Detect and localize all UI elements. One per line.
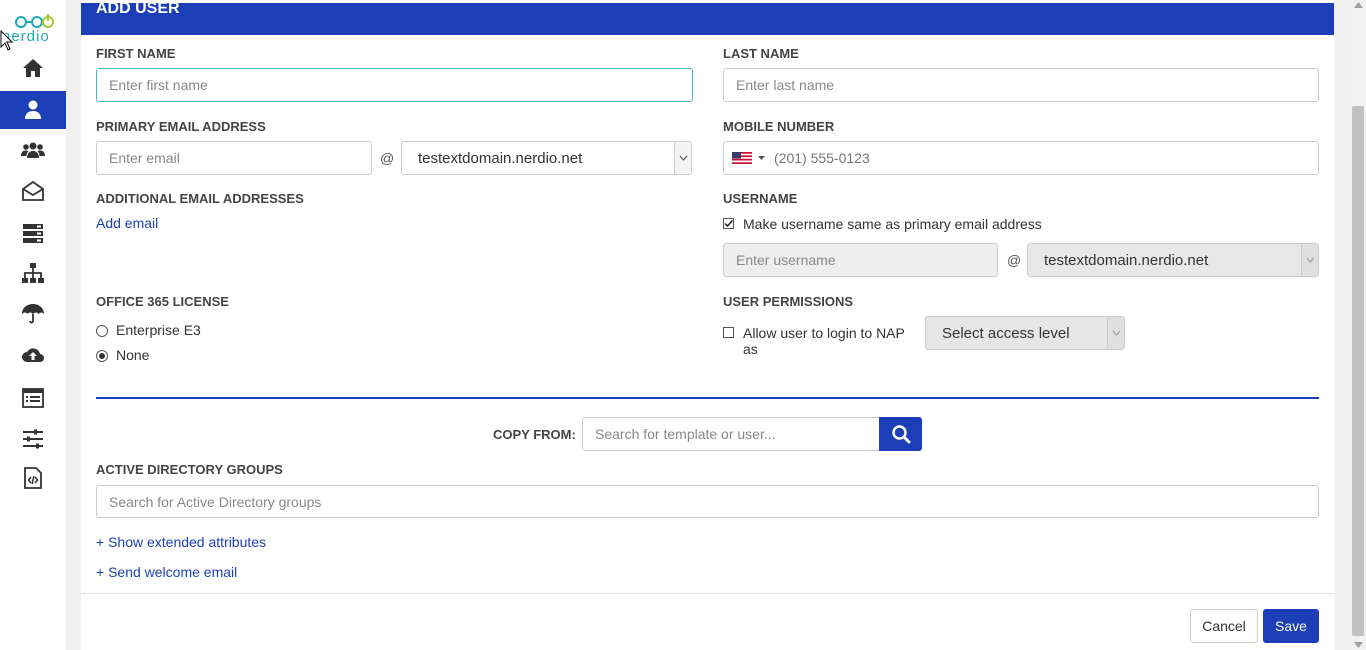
cancel-button[interactable]: Cancel	[1190, 609, 1258, 643]
access-level-select[interactable]: Select access level	[925, 316, 1125, 350]
save-button[interactable]: Save	[1263, 609, 1319, 643]
same-as-email-checkbox-row[interactable]: Make username same as primary email addr…	[723, 216, 1053, 233]
user-icon	[25, 100, 41, 119]
envelope-open-icon	[22, 180, 44, 201]
umbrella-icon	[22, 304, 44, 324]
allow-nap-login-row[interactable]: Allow user to login to NAP as	[723, 325, 923, 357]
sidebar-item-servers[interactable]	[0, 214, 66, 252]
license-option-label: Enterprise E3	[116, 322, 201, 338]
sidebar-item-settings[interactable]	[0, 420, 66, 458]
copy-from-label: COPY FROM:	[493, 427, 576, 442]
sidebar: nerdio	[0, 0, 66, 650]
copy-from-search-input[interactable]	[582, 417, 880, 451]
page-title: ADD USER	[96, 0, 180, 17]
show-extended-attributes-link[interactable]: + Show extended attributes	[96, 534, 266, 550]
license-option-enterprise-e3[interactable]: Enterprise E3	[96, 322, 226, 340]
chevron-down-icon	[674, 142, 691, 174]
list-icon	[22, 388, 44, 408]
home-icon	[23, 59, 43, 77]
primary-email-label: PRIMARY EMAIL ADDRESS	[96, 119, 266, 134]
email-domain-value: testextdomain.nerdio.net	[418, 149, 583, 167]
mouse-cursor-icon	[0, 30, 14, 51]
allow-nap-login-checkbox[interactable]	[723, 327, 734, 338]
us-flag-icon	[732, 152, 752, 164]
license-label: OFFICE 365 LICENSE	[96, 294, 229, 309]
sidebar-item-backup[interactable]	[0, 295, 66, 333]
ad-groups-label: ACTIVE DIRECTORY GROUPS	[96, 462, 283, 477]
server-icon	[23, 224, 43, 243]
email-domain-select[interactable]: testextdomain.nerdio.net	[401, 141, 692, 175]
additional-email-label: ADDITIONAL EMAIL ADDRESSES	[96, 191, 304, 206]
sidebar-item-home[interactable]	[0, 49, 66, 87]
primary-email-input[interactable]	[96, 141, 372, 175]
copy-from-search-button[interactable]	[879, 417, 922, 451]
sidebar-item-cloud[interactable]	[0, 336, 66, 374]
caret-down-icon	[758, 156, 765, 160]
sidebar-item-email[interactable]	[0, 172, 66, 210]
username-input[interactable]	[723, 243, 998, 277]
section-divider	[96, 397, 1319, 399]
access-level-value: Select access level	[942, 324, 1070, 342]
username-label: USERNAME	[723, 191, 798, 206]
chevron-down-icon	[1107, 317, 1124, 349]
panel-header: ADD USER	[81, 0, 1334, 35]
mobile-number-label: MOBILE NUMBER	[723, 119, 835, 134]
username-domain-select[interactable]: testextdomain.nerdio.net	[1027, 243, 1319, 277]
country-code-dropdown[interactable]	[732, 152, 768, 164]
same-as-email-checkbox[interactable]	[723, 218, 734, 229]
ad-groups-search-input[interactable]	[96, 485, 1319, 518]
footer-divider	[81, 593, 1334, 594]
sidebar-item-reports[interactable]	[0, 379, 66, 417]
code-file-icon	[24, 467, 42, 489]
sidebar-item-users[interactable]	[0, 91, 66, 129]
license-option-label: None	[116, 347, 150, 363]
last-name-input[interactable]	[723, 68, 1319, 102]
scroll-down-icon[interactable]	[1354, 642, 1363, 648]
chevron-down-icon	[1301, 244, 1318, 276]
license-option-none[interactable]: None	[96, 347, 226, 365]
username-domain-value: testextdomain.nerdio.net	[1044, 251, 1209, 269]
license-radio-none[interactable]	[96, 350, 108, 362]
scroll-up-icon[interactable]	[1354, 2, 1363, 8]
sliders-icon	[23, 429, 43, 449]
search-icon	[891, 425, 910, 444]
allow-nap-login-label: Allow user to login to NAP as	[743, 325, 905, 357]
at-sign: @	[380, 150, 395, 166]
checkmark-icon	[724, 219, 734, 228]
send-welcome-email-link[interactable]: + Send welcome email	[96, 564, 237, 580]
first-name-label: FIRST NAME	[96, 46, 176, 61]
users-group-icon	[21, 142, 45, 158]
permissions-label: USER PERMISSIONS	[723, 294, 854, 309]
last-name-label: LAST NAME	[723, 46, 799, 61]
scrollbar-thumb[interactable]	[1352, 106, 1364, 636]
sidebar-item-groups[interactable]	[0, 131, 66, 169]
sidebar-item-scripts[interactable]	[0, 459, 66, 497]
sidebar-item-network[interactable]	[0, 254, 66, 292]
username-at-sign: @	[1007, 252, 1022, 268]
cloud-upload-icon	[22, 348, 44, 362]
first-name-input[interactable]	[96, 68, 693, 102]
same-as-email-label: Make username same as primary email addr…	[743, 216, 1042, 232]
mobile-number-input[interactable]	[774, 144, 1304, 172]
license-radio-enterprise-e3[interactable]	[96, 325, 108, 337]
sitemap-icon	[22, 263, 44, 283]
add-email-link[interactable]: Add email	[96, 215, 158, 231]
